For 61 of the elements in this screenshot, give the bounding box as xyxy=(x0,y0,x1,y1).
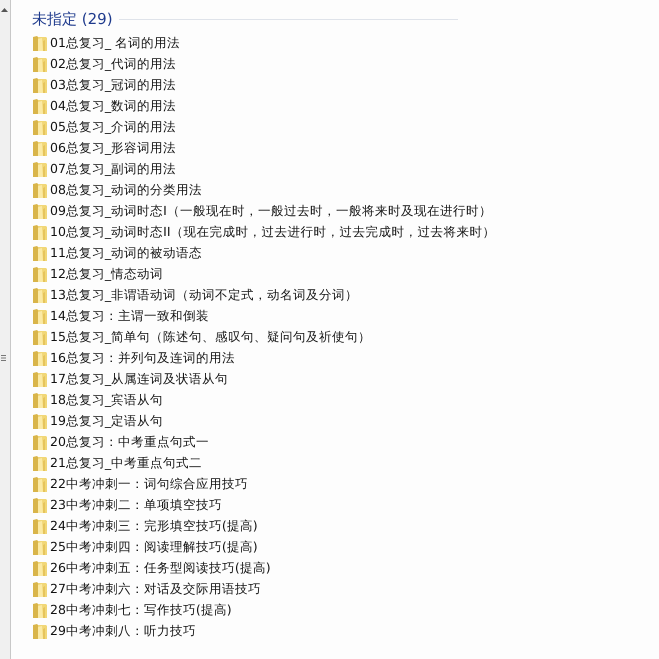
folder-icon xyxy=(32,539,48,556)
folder-item[interactable]: 23中考冲刺二：单项填空技巧 xyxy=(32,495,222,516)
folder-item[interactable]: 17总复习_从属连词及状语从句 xyxy=(32,369,228,390)
folder-item[interactable]: 21总复习_中考重点句式二 xyxy=(32,453,202,474)
folder-icon xyxy=(32,224,48,241)
folder-item[interactable]: 02总复习_代词的用法 xyxy=(32,54,176,75)
folder-item[interactable]: 07总复习_副词的用法 xyxy=(32,159,176,180)
folder-icon xyxy=(32,245,48,262)
folder-icon xyxy=(32,77,48,94)
folder-icon xyxy=(32,266,48,283)
folder-icon xyxy=(32,497,48,514)
folder-icon xyxy=(32,434,48,451)
folder-icon xyxy=(32,161,48,178)
folder-icon xyxy=(32,413,48,430)
folder-icon xyxy=(32,119,48,136)
folder-icon xyxy=(32,35,48,52)
folder-item[interactable]: 20总复习：中考重点句式一 xyxy=(32,432,209,453)
folder-icon xyxy=(32,623,48,640)
folder-icon xyxy=(32,140,48,157)
folder-item[interactable]: 06总复习_形容词用法 xyxy=(32,138,176,159)
grip-icon[interactable] xyxy=(1,355,6,361)
folder-item[interactable]: 26中考冲刺五：任务型阅读技巧(提高) xyxy=(32,558,271,579)
folder-icon xyxy=(32,182,48,199)
folder-item[interactable]: 04总复习_数词的用法 xyxy=(32,96,176,117)
folder-icon xyxy=(32,203,48,220)
up-arrow-icon[interactable] xyxy=(1,8,8,12)
folder-icon xyxy=(32,308,48,325)
folder-item[interactable]: 24中考冲刺三：完形填空技巧(提高) xyxy=(32,516,258,537)
folder-item[interactable]: 18总复习_宾语从句 xyxy=(32,390,164,411)
folder-icon xyxy=(32,329,48,346)
folder-item[interactable]: 10总复习_动词时态II（现在完成时，过去进行时，过去完成时，过去将来时） xyxy=(32,222,496,243)
folder-item[interactable]: 27中考冲刺六：对话及交际用语技巧 xyxy=(32,579,261,600)
folder-icon xyxy=(32,560,48,577)
folder-icon xyxy=(32,350,48,367)
folder-icon xyxy=(32,56,48,73)
folder-icon xyxy=(32,476,48,493)
folder-item[interactable]: 19总复习_定语从句 xyxy=(32,411,164,432)
folder-item[interactable]: 01总复习_ 名词的用法 xyxy=(32,33,180,54)
folder-item[interactable]: 16总复习：并列句及连词的用法 xyxy=(32,348,235,369)
folder-icon xyxy=(32,581,48,598)
folder-icon xyxy=(32,602,48,619)
folder-icon xyxy=(32,518,48,535)
folder-icon xyxy=(32,392,48,409)
folder-item[interactable]: 09总复习_动词时态I（一般现在时，一般过去时，一般将来时及现在进行时） xyxy=(32,201,492,222)
folder-icon xyxy=(32,98,48,115)
folder-item[interactable]: 08总复习_动词的分类用法 xyxy=(32,180,202,201)
folder-item[interactable]: 11总复习_动词的被动语态 xyxy=(32,243,202,264)
folder-item[interactable]: 28中考冲刺七：写作技巧(提高) xyxy=(32,600,232,621)
folder-icon xyxy=(32,371,48,388)
folder-item[interactable]: 15总复习_简单句（陈述句、感叹句、疑问句及祈使句） xyxy=(32,327,372,348)
folder-item[interactable]: 03总复习_冠词的用法 xyxy=(32,75,176,96)
folder-item[interactable]: 14总复习：主谓一致和倒装 xyxy=(32,306,209,327)
folder-item[interactable]: 05总复习_介词的用法 xyxy=(32,117,176,138)
folder-icon xyxy=(32,455,48,472)
folder-item[interactable]: 29中考冲刺八：听力技巧 xyxy=(32,621,196,642)
folder-item[interactable]: 12总复习_情态动词 xyxy=(32,264,164,285)
folder-icon xyxy=(32,287,48,304)
folder-item[interactable]: 22中考冲刺一：词句综合应用技巧 xyxy=(32,474,248,495)
folder-item[interactable]: 25中考冲刺四：阅读理解技巧(提高) xyxy=(32,537,258,558)
group-header[interactable]: 未指定 (29) xyxy=(32,10,113,28)
folder-item[interactable]: 13总复习_非谓语动词（动词不定式，动名词及分词） xyxy=(32,285,358,306)
